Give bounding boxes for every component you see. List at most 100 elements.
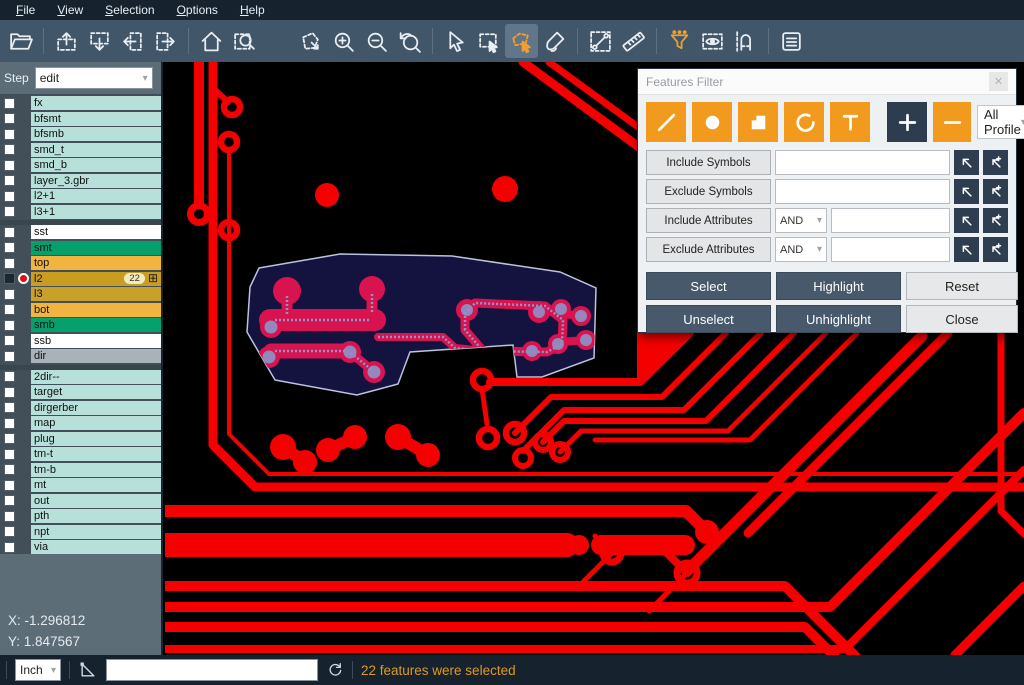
layer-checkbox[interactable] — [4, 418, 15, 429]
layer-row-plug[interactable]: plug — [0, 432, 161, 446]
layer-row-fx[interactable]: fx — [0, 96, 161, 110]
layer-name-band[interactable]: l2+1 — [31, 189, 161, 203]
filter-arcs-button[interactable] — [784, 102, 824, 142]
layer-row-tm-t[interactable]: tm-t — [0, 447, 161, 461]
menu-selection[interactable]: Selection — [95, 1, 164, 19]
highlight-button[interactable]: Highlight — [776, 272, 901, 300]
layer-checkbox[interactable] — [4, 98, 15, 109]
layer-name-band[interactable]: via — [31, 540, 161, 554]
layer-row-smt[interactable]: smt — [0, 241, 161, 255]
exclude-symbols-input[interactable] — [775, 179, 950, 204]
layer-checkbox[interactable] — [4, 526, 15, 537]
include-symbols-input[interactable] — [775, 150, 950, 175]
layers-panel-button[interactable] — [775, 24, 808, 58]
layer-name-band[interactable]: dir — [31, 349, 161, 363]
view-down-button[interactable] — [83, 24, 116, 58]
layer-row-tm-b[interactable]: tm-b — [0, 463, 161, 477]
unselect-button[interactable]: Unselect — [646, 305, 771, 333]
layer-row-ssb[interactable]: ssb — [0, 334, 161, 348]
rectangle-select-button[interactable] — [472, 24, 505, 58]
layer-checkbox[interactable] — [4, 160, 15, 171]
layer-row-map[interactable]: map — [0, 416, 161, 430]
layer-row-pth[interactable]: pth — [0, 509, 161, 523]
snap-mode-button[interactable] — [729, 24, 762, 58]
layer-row-top[interactable]: top — [0, 256, 161, 270]
layer-row-l3[interactable]: l3 — [0, 287, 161, 301]
layer-name-band[interactable]: smd_b — [31, 158, 161, 172]
reset-button[interactable]: Reset — [906, 272, 1018, 300]
layer-checkbox[interactable] — [4, 175, 15, 186]
corner-measure-icon[interactable] — [78, 660, 98, 680]
exclude-symbols-button[interactable]: Exclude Symbols — [646, 179, 771, 204]
select-button[interactable]: Select — [646, 272, 771, 300]
clear-highlight-button[interactable] — [538, 24, 571, 58]
layer-checkbox[interactable] — [4, 227, 15, 238]
measure-line-button[interactable] — [584, 24, 617, 58]
pick-icon[interactable] — [954, 150, 979, 175]
menu-options[interactable]: Options — [167, 1, 228, 19]
layer-name-band[interactable]: ssb — [31, 334, 161, 348]
pick-icon[interactable] — [954, 208, 979, 233]
layer-row-l2[interactable]: l222⊞ — [0, 272, 161, 286]
filter-add-button[interactable] — [887, 102, 927, 142]
layer-checkbox[interactable] — [4, 191, 15, 202]
layer-name-band[interactable]: bot — [31, 303, 161, 317]
layer-checkbox[interactable] — [4, 480, 15, 491]
zoom-selection-button[interactable] — [294, 24, 327, 58]
measure-ruler-button[interactable] — [617, 24, 650, 58]
layer-checkbox[interactable] — [4, 144, 15, 155]
layer-name-band[interactable]: tm-b — [31, 463, 161, 477]
layer-name-band[interactable]: layer_3.gbr — [31, 174, 161, 188]
layer-checkbox[interactable] — [4, 371, 15, 382]
pick-add-icon[interactable] — [983, 208, 1008, 233]
layer-name-band[interactable]: bfsmb — [31, 127, 161, 141]
zoom-out-button[interactable] — [360, 24, 393, 58]
home-view-button[interactable] — [195, 24, 228, 58]
layer-name-band[interactable]: l222⊞ — [31, 272, 161, 286]
filter-text-button[interactable] — [830, 102, 870, 142]
layer-row-via[interactable]: via — [0, 540, 161, 554]
layer-checkbox[interactable] — [4, 335, 15, 346]
layer-checkbox[interactable] — [4, 206, 15, 217]
filter-surfaces-button[interactable] — [738, 102, 778, 142]
dialog-title-bar[interactable]: Features Filter ✕ — [638, 69, 1016, 95]
view-left-button[interactable] — [116, 24, 149, 58]
exclude-attributes-button[interactable]: Exclude Attributes — [646, 237, 771, 262]
layer-row-layer_3.gbr[interactable]: layer_3.gbr — [0, 174, 161, 188]
layer-checkbox[interactable] — [4, 320, 15, 331]
layer-name-band[interactable]: l3 — [31, 287, 161, 301]
unit-select[interactable]: Inch ▾ — [15, 659, 61, 681]
layer-checkbox[interactable] — [4, 351, 15, 362]
refresh-icon[interactable] — [326, 661, 344, 679]
layer-checkbox[interactable] — [4, 387, 15, 398]
layer-checkbox[interactable] — [4, 304, 15, 315]
layer-row-bfsmb[interactable]: bfsmb — [0, 127, 161, 141]
layer-checkbox[interactable] — [4, 542, 15, 553]
layer-row-bot[interactable]: bot — [0, 303, 161, 317]
include-attributes-input[interactable] — [831, 208, 950, 233]
include-symbols-button[interactable]: Include Symbols — [646, 150, 771, 175]
layer-name-band[interactable]: pth — [31, 509, 161, 523]
profile-select[interactable]: All Profile▾ — [977, 105, 1024, 139]
layer-row-npt[interactable]: npt — [0, 525, 161, 539]
menu-file[interactable]: File — [6, 1, 45, 19]
layer-name-band[interactable]: target — [31, 385, 161, 399]
layer-checkbox[interactable] — [4, 273, 15, 284]
layer-name-band[interactable]: out — [31, 494, 161, 508]
layer-row-mt[interactable]: mt — [0, 478, 161, 492]
features-filter-button[interactable] — [663, 24, 696, 58]
layer-name-band[interactable]: tm-t — [31, 447, 161, 461]
layer-name-band[interactable]: plug — [31, 432, 161, 446]
layer-row-smb[interactable]: smb — [0, 318, 161, 332]
layer-name-band[interactable]: npt — [31, 525, 161, 539]
layer-row-l3+1[interactable]: l3+1 — [0, 205, 161, 219]
layer-row-smd_t[interactable]: smd_t — [0, 143, 161, 157]
layer-checkbox[interactable] — [4, 449, 15, 460]
pan-hand-button[interactable] — [261, 24, 294, 58]
layer-name-band[interactable]: smt — [31, 241, 161, 255]
include-attributes-button[interactable]: Include Attributes — [646, 208, 771, 233]
zoom-window-button[interactable] — [228, 24, 261, 58]
layer-name-band[interactable]: top — [31, 256, 161, 270]
selection-region[interactable] — [247, 254, 596, 395]
layer-row-smd_b[interactable]: smd_b — [0, 158, 161, 172]
